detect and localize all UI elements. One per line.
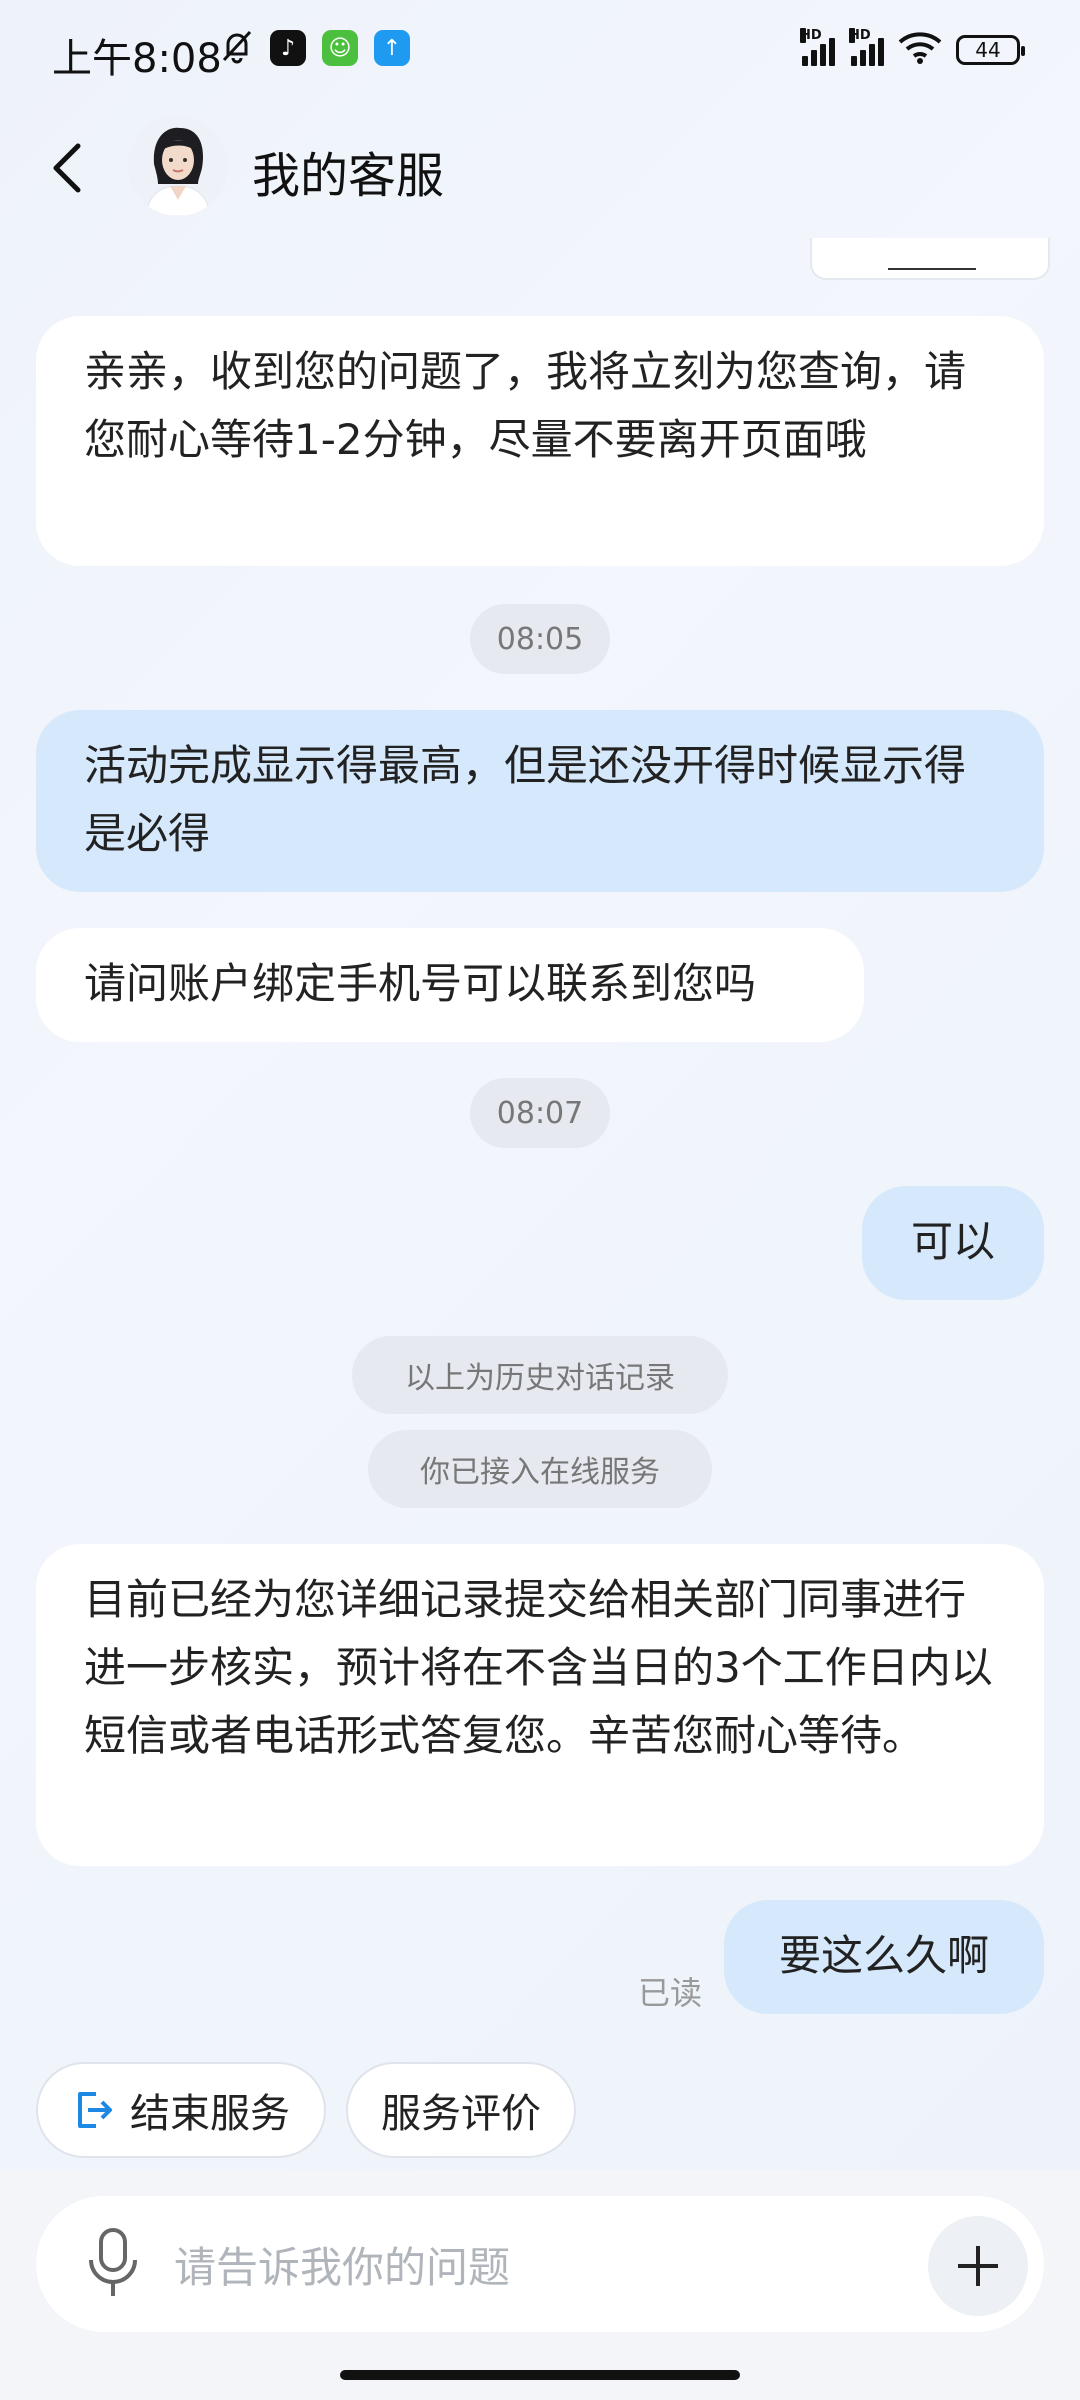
rate-service-label: 服务评价 xyxy=(381,2091,541,2137)
wifi-icon xyxy=(898,30,942,70)
battery-level: 44 xyxy=(975,38,1001,62)
status-bar: 上午8:08 ♪ ☺ ↑ HD HD 44 xyxy=(0,0,1080,100)
chat-header: 我的客服 xyxy=(0,110,1080,230)
message-text: 可以 xyxy=(910,1217,995,1266)
connected-notice: 你已接入在线服务 xyxy=(368,1430,712,1508)
exit-icon xyxy=(72,2088,116,2132)
message-input-placeholder[interactable]: 请告诉我你的问题 xyxy=(174,2234,510,2295)
system-icons: HD HD 44 xyxy=(800,28,1025,70)
agent-avatar[interactable] xyxy=(128,116,228,216)
user-message: 活动完成显示得最高，但是还没开得时候显示得是必得 xyxy=(36,710,1044,892)
battery-icon: 44 xyxy=(956,35,1025,65)
read-status: 已读 xyxy=(638,1974,703,2012)
message-text: 要这么久啊 xyxy=(778,1931,989,1980)
user-message: 可以 xyxy=(862,1186,1044,1300)
hd-label: HD xyxy=(800,28,822,43)
mute-bell-icon xyxy=(220,28,254,68)
timestamp-text: 08:07 xyxy=(496,1095,584,1131)
notification-icons: ♪ ☺ ↑ xyxy=(220,28,410,68)
home-indicator[interactable] xyxy=(340,2370,740,2380)
agent-message: 请问账户绑定手机号可以联系到您吗 xyxy=(36,928,864,1042)
message-text: 亲亲，收到您的问题了，我将立刻为您查询，请您耐心等待1-2分钟，尽量不要离开页面… xyxy=(84,347,967,464)
music-app-icon: ♪ xyxy=(270,30,306,66)
timestamp: 08:07 xyxy=(470,1078,610,1148)
message-text: 活动完成显示得最高，但是还没开得时候显示得是必得 xyxy=(84,741,967,858)
agent-message: 目前已经为您详细记录提交给相关部门同事进行进一步核实，预计将在不含当日的3个工作… xyxy=(36,1544,1044,1866)
user-message: 要这么久啊 xyxy=(724,1900,1044,2014)
signal-icon-2: HD xyxy=(849,28,884,66)
plus-button[interactable] xyxy=(928,2216,1028,2316)
previous-message-card xyxy=(810,238,1050,280)
timestamp: 08:05 xyxy=(470,604,610,674)
rate-service-button[interactable]: 服务评价 xyxy=(346,2062,576,2158)
history-notice: 以上为历史对话记录 xyxy=(352,1336,728,1414)
timestamp-text: 08:05 xyxy=(496,621,584,657)
end-service-button[interactable]: 结束服务 xyxy=(36,2062,326,2158)
connected-notice-text: 你已接入在线服务 xyxy=(420,1455,660,1490)
microphone-icon[interactable] xyxy=(78,2226,148,2302)
back-button[interactable] xyxy=(48,138,88,198)
end-service-label: 结束服务 xyxy=(130,2091,290,2137)
status-time: 上午8:08 xyxy=(52,36,222,82)
history-notice-text: 以上为历史对话记录 xyxy=(405,1361,675,1396)
page-title: 我的客服 xyxy=(252,148,445,204)
upload-app-icon: ↑ xyxy=(374,30,410,66)
agent-message: 亲亲，收到您的问题了，我将立刻为您查询，请您耐心等待1-2分钟，尽量不要离开页面… xyxy=(36,316,1044,566)
message-text: 请问账户绑定手机号可以联系到您吗 xyxy=(84,959,757,1008)
cat-app-icon: ☺ xyxy=(322,30,358,66)
message-text: 目前已经为您详细记录提交给相关部门同事进行进一步核实，预计将在不含当日的3个工作… xyxy=(84,1575,993,1760)
back-arrow-icon xyxy=(53,143,81,193)
message-input-bar[interactable]: 请告诉我你的问题 xyxy=(36,2196,1044,2332)
plus-icon xyxy=(958,2246,998,2286)
hd-label-2: HD xyxy=(849,28,871,43)
signal-icon: HD xyxy=(800,28,835,66)
